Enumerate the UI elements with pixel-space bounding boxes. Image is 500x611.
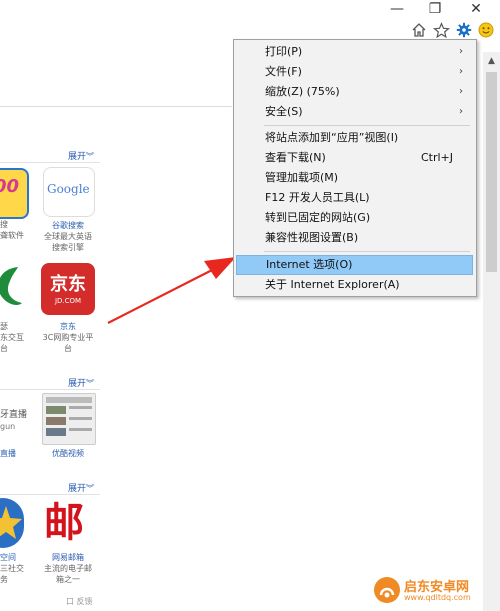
google-logo: Google: [47, 182, 90, 196]
jd-app-desc: 3C网购专业平: [42, 333, 94, 342]
page-header-divider: [0, 106, 232, 107]
jd-logo: 京东: [50, 274, 86, 295]
jd-app-name[interactable]: 京东: [43, 321, 93, 332]
scroll-up-arrow[interactable]: ▲: [483, 52, 500, 70]
star-icon[interactable]: [431, 20, 451, 40]
watermark: 启东安卓网 www.qdltdq.com: [374, 575, 492, 607]
jd-app-desc2: 台: [64, 344, 72, 353]
mail163-app-desc2: 箱之一: [56, 575, 80, 584]
mail163-logo: 邮: [44, 500, 84, 546]
partial-app-name: 搜: [0, 220, 8, 229]
jd-app-icon[interactable]: 京东 JD.COM: [41, 263, 95, 315]
expand-link-2[interactable]: 展开︾: [68, 376, 94, 389]
google-app-name[interactable]: 谷歌搜索: [43, 220, 93, 231]
watermark-url: www.qdltdq.com: [404, 593, 471, 602]
menu-separator: [264, 125, 470, 126]
section-divider-3: [0, 494, 100, 495]
mail163-app-name[interactable]: 网易邮箱: [43, 552, 93, 563]
partial-app-desc: 聋软件: [0, 231, 24, 240]
partial-live-name: 牙直播: [0, 410, 28, 420]
partial-app-name-2: 瑟: [0, 322, 8, 331]
menu-separator: [264, 251, 470, 252]
gear-icon[interactable]: [454, 20, 474, 40]
watermark-logo-icon: [374, 577, 400, 603]
youku-app-name[interactable]: 优酷视频: [43, 448, 93, 459]
menu-item-file[interactable]: 文件(F) ›: [236, 62, 473, 82]
scrollbar-thumb[interactable]: [486, 72, 497, 272]
mail163-app-desc: 主流的电子邮: [44, 564, 92, 573]
partial-live-label[interactable]: 直播: [0, 448, 16, 459]
menu-item-manage-addons[interactable]: 管理加载项(M): [236, 168, 473, 188]
partial-app-icon[interactable]: 00: [0, 168, 29, 219]
partial-qzone-desc: 三社交: [0, 564, 24, 573]
restore-button[interactable]: ❐: [420, 0, 450, 18]
jd-logo-sub: JD.COM: [54, 297, 82, 305]
shortcut-text: Ctrl+J: [420, 151, 453, 164]
menu-item-print[interactable]: 打印(P) ›: [236, 42, 473, 62]
menu-item-f12-dev-tools[interactable]: F12 开发人员工具(L): [236, 188, 473, 208]
tools-menu: 打印(P) › 文件(F) › 缩放(Z) (75%) › 安全(S) › 将站点添加到…: [233, 39, 477, 297]
feedback-link[interactable]: 口 反馈: [66, 596, 93, 607]
partial-qzone-desc2: 务: [0, 575, 8, 584]
partial-app-icon-2[interactable]: [0, 263, 24, 311]
google-app-desc2: 搜索引擎: [52, 243, 84, 252]
menu-item-about-ie[interactable]: 关于 Internet Explorer(A): [236, 275, 473, 295]
menu-item-zoom[interactable]: 缩放(Z) (75%) ›: [236, 82, 473, 102]
submenu-arrow-icon: ›: [459, 66, 463, 77]
mail163-app-icon[interactable]: 邮: [40, 498, 96, 550]
expand-link[interactable]: 展开︾: [68, 149, 94, 162]
section-divider: [0, 162, 100, 163]
menu-item-safety[interactable]: 安全(S) ›: [236, 102, 473, 122]
section-divider-2: [0, 389, 100, 390]
close-button[interactable]: ✕: [461, 0, 491, 18]
partial-qzone-name[interactable]: 空间: [0, 552, 16, 563]
partial-live-sub: gun: [0, 422, 16, 431]
partial-app-desc-2: 东交互: [0, 333, 24, 342]
menu-item-internet-options[interactable]: Internet 选项(O): [236, 255, 473, 275]
expand-link-3[interactable]: 展开︾: [68, 481, 94, 494]
home-icon[interactable]: [409, 20, 429, 40]
submenu-arrow-icon: ›: [459, 46, 463, 57]
submenu-arrow-icon: ›: [459, 106, 463, 117]
menu-item-compat-view-settings[interactable]: 兼容性视图设置(B): [236, 228, 473, 248]
menu-item-view-downloads[interactable]: 查看下载(N) Ctrl+J: [236, 148, 473, 168]
submenu-arrow-icon: ›: [459, 86, 463, 97]
smiley-icon[interactable]: [476, 20, 496, 40]
partial-qzone-icon[interactable]: [0, 498, 24, 548]
menu-item-add-site-to-apps[interactable]: 将站点添加到“应用”视图(I): [236, 128, 473, 148]
annotation-arrow: [107, 257, 236, 324]
partial-app-desc-2b: 台: [0, 344, 8, 353]
youku-app-icon[interactable]: [42, 393, 96, 445]
menu-item-pinned-sites[interactable]: 转到已固定的网站(G): [236, 208, 473, 228]
google-app-desc: 全球最大英语: [44, 232, 92, 241]
minimize-button[interactable]: —: [382, 0, 412, 18]
google-app-icon[interactable]: Google: [43, 167, 95, 217]
